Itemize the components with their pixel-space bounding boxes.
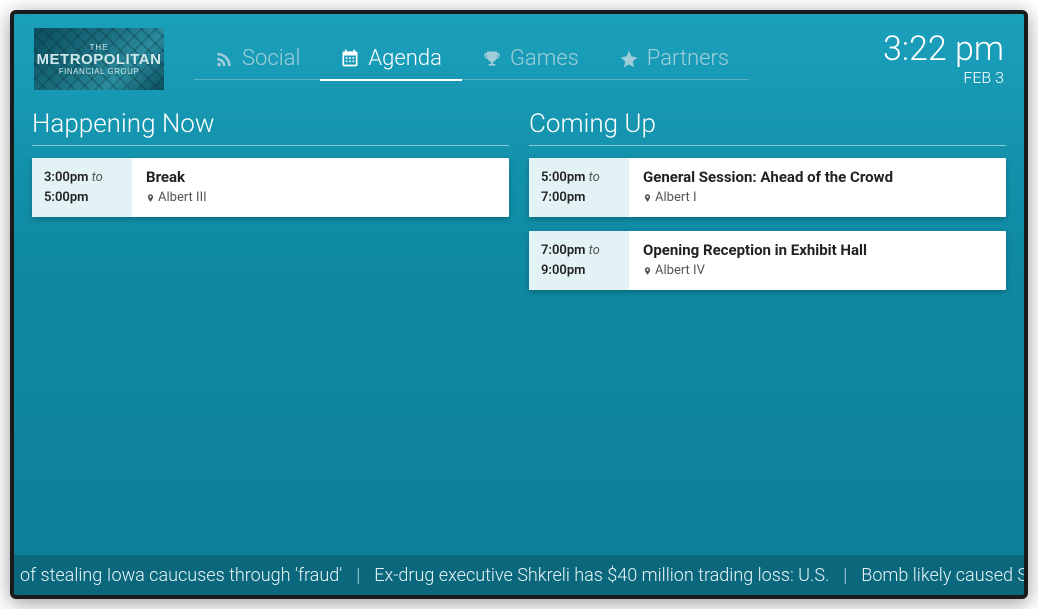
event-start: 5:00pm <box>541 170 585 185</box>
content: Happening Now 3:00pm to 5:00pm Break Alb… <box>14 94 1024 595</box>
event-time: 3:00pm to 5:00pm <box>32 158 132 217</box>
event-title: Opening Reception in Exhibit Hall <box>643 241 992 259</box>
header: THE METROPOLITAN FINANCIAL GROUP Social … <box>14 14 1024 94</box>
display-frame: THE METROPOLITAN FINANCIAL GROUP Social … <box>10 10 1028 599</box>
to-word: to <box>92 170 103 185</box>
location-text: Albert IV <box>655 263 705 278</box>
event-end: 7:00pm <box>541 188 617 208</box>
rss-icon <box>214 49 234 69</box>
tab-label: Partners <box>647 46 729 71</box>
section-title-upcoming: Coming Up <box>529 109 1006 146</box>
tab-label: Social <box>242 46 300 71</box>
coming-up-column: Coming Up 5:00pm to 7:00pm General Sessi… <box>529 109 1006 595</box>
screen: THE METROPOLITAN FINANCIAL GROUP Social … <box>14 14 1024 595</box>
event-end: 9:00pm <box>541 261 617 281</box>
event-location: Albert IV <box>643 263 992 278</box>
ticker-separator: | <box>843 565 847 586</box>
event-title: Break <box>146 168 495 186</box>
to-word: to <box>589 243 600 258</box>
pin-icon <box>643 192 652 204</box>
clock: 3:22 pm FEB 3 <box>883 32 1004 87</box>
ticker-item: of stealing Iowa caucuses through 'fraud… <box>20 565 342 586</box>
clock-time: 3:22 pm <box>883 32 1004 66</box>
tab-partners[interactable]: Partners <box>599 38 749 80</box>
logo-line3: FINANCIAL GROUP <box>59 67 140 76</box>
location-text: Albert III <box>158 190 207 205</box>
pin-icon <box>643 265 652 277</box>
event-time: 5:00pm to 7:00pm <box>529 158 629 217</box>
logo-line2: METROPOLITAN <box>37 52 162 67</box>
section-title-now: Happening Now <box>32 109 509 146</box>
trophy-icon <box>482 49 502 69</box>
clock-date: FEB 3 <box>883 68 1004 87</box>
tab-label: Agenda <box>368 46 441 71</box>
event-start: 3:00pm <box>44 170 88 185</box>
ticker-item: Bomb likely caused S <box>861 565 1024 586</box>
pin-icon <box>146 192 155 204</box>
tab-social[interactable]: Social <box>194 38 320 80</box>
event-card[interactable]: 5:00pm to 7:00pm General Session: Ahead … <box>529 158 1006 217</box>
event-location: Albert I <box>643 190 992 205</box>
event-start: 7:00pm <box>541 243 585 258</box>
event-location: Albert III <box>146 190 495 205</box>
event-card[interactable]: 3:00pm to 5:00pm Break Albert III <box>32 158 509 217</box>
brand-logo: THE METROPOLITAN FINANCIAL GROUP <box>34 28 164 90</box>
tab-games[interactable]: Games <box>462 38 599 80</box>
event-body: Opening Reception in Exhibit Hall Albert… <box>629 231 1006 290</box>
to-word: to <box>589 170 600 185</box>
event-title: General Session: Ahead of the Crowd <box>643 168 992 186</box>
event-card[interactable]: 7:00pm to 9:00pm Opening Reception in Ex… <box>529 231 1006 290</box>
tab-agenda[interactable]: Agenda <box>320 38 461 81</box>
tab-label: Games <box>510 46 579 71</box>
star-icon <box>619 49 639 69</box>
calendar-icon <box>340 48 360 68</box>
news-ticker: of stealing Iowa caucuses through 'fraud… <box>14 555 1024 595</box>
event-time: 7:00pm to 9:00pm <box>529 231 629 290</box>
nav-tabs: Social Agenda Games <box>194 38 749 81</box>
event-end: 5:00pm <box>44 188 120 208</box>
happening-now-column: Happening Now 3:00pm to 5:00pm Break Alb… <box>32 109 509 595</box>
ticker-item: Ex-drug executive Shkreli has $40 millio… <box>374 565 829 586</box>
ticker-separator: | <box>356 565 360 586</box>
event-body: Break Albert III <box>132 158 509 217</box>
location-text: Albert I <box>655 190 697 205</box>
event-body: General Session: Ahead of the Crowd Albe… <box>629 158 1006 217</box>
